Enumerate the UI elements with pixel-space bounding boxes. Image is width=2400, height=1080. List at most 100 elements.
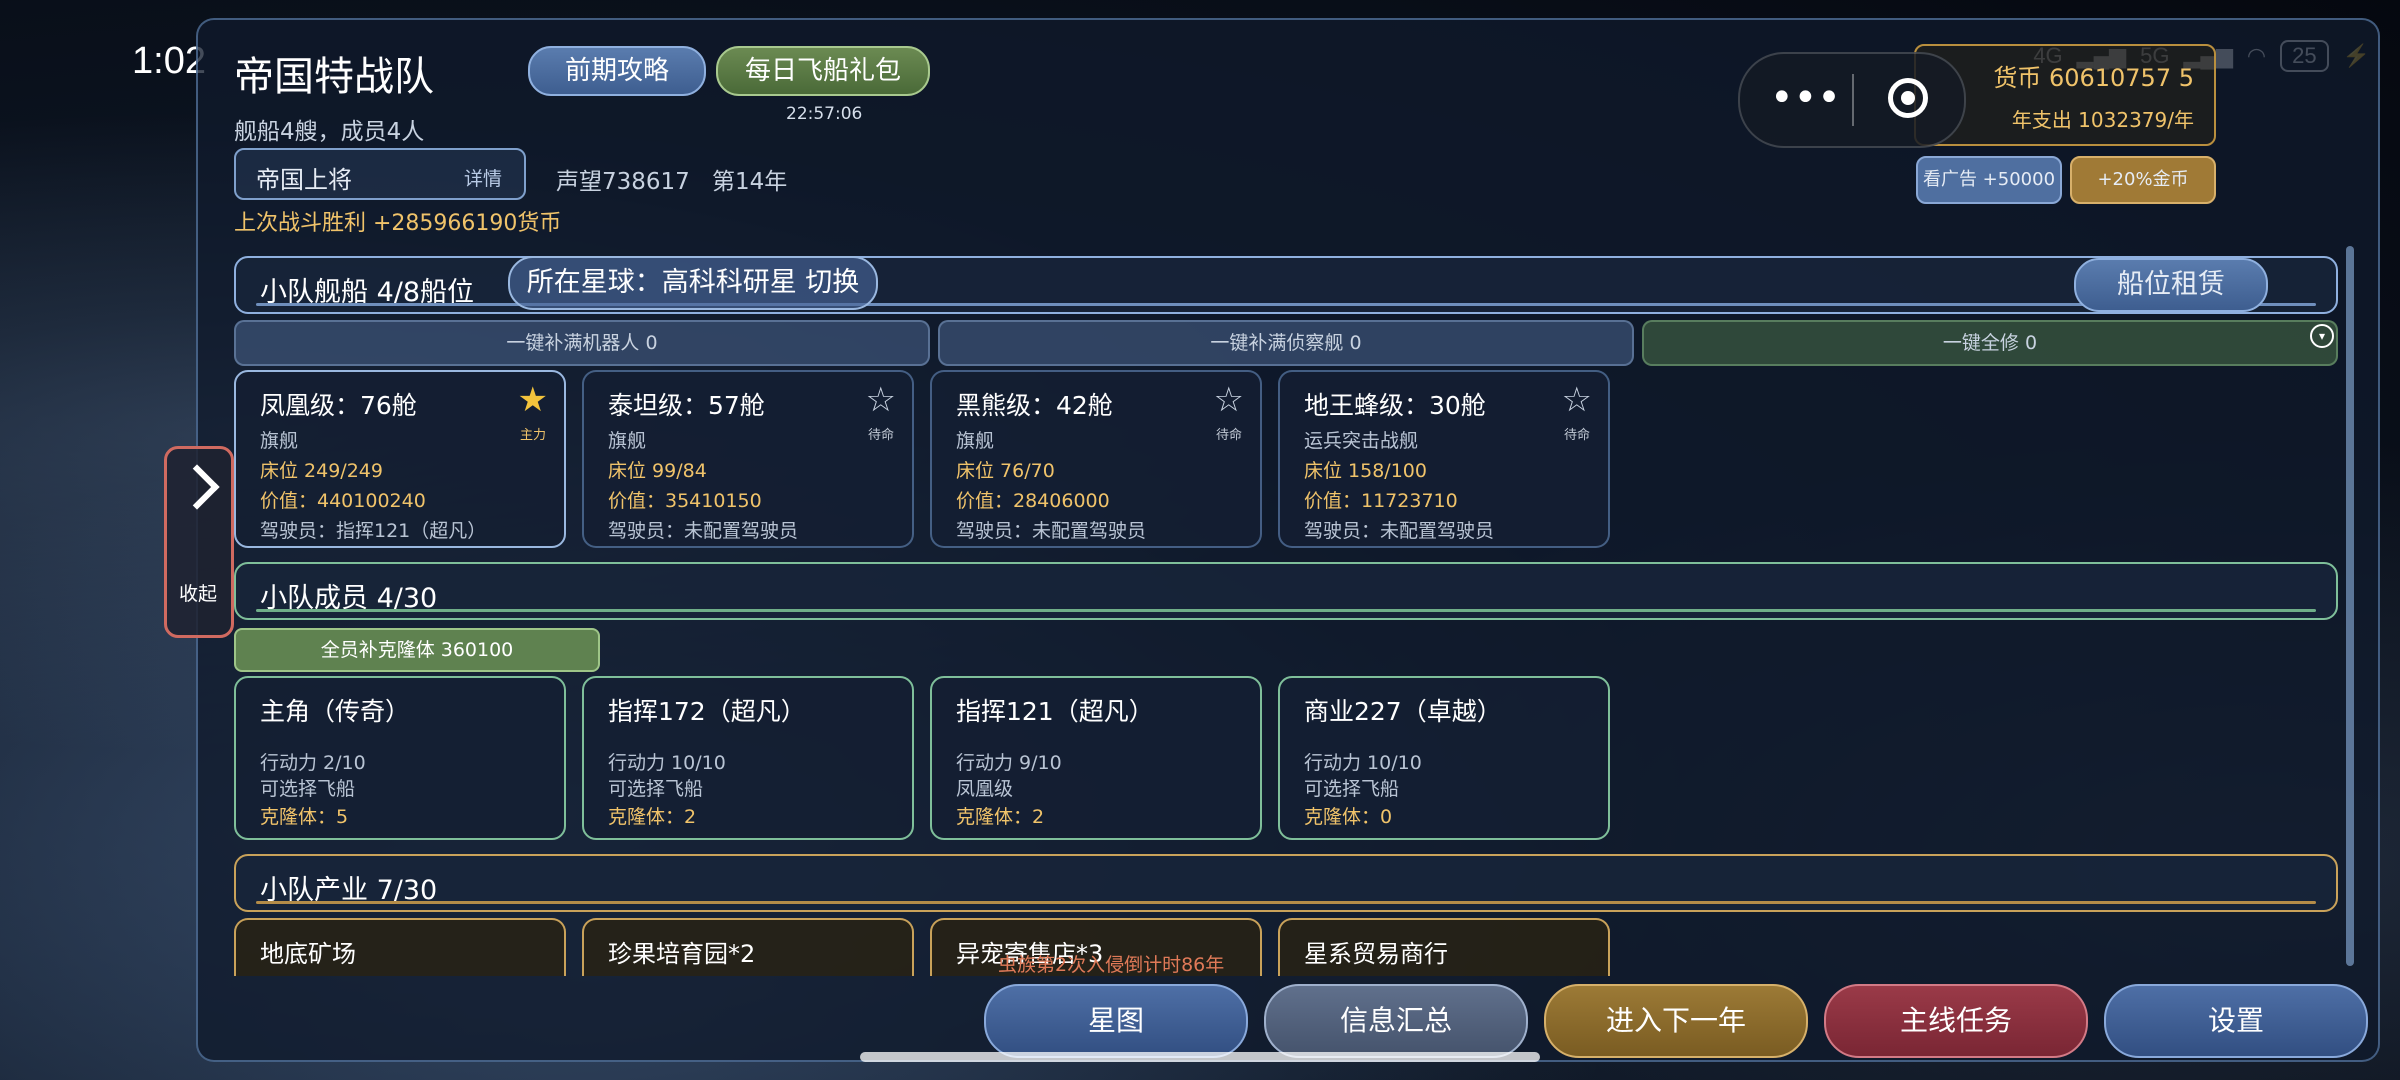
industry-name: 星系贸易商行 xyxy=(1304,940,1448,968)
industry-section-header: 小队产业 7/30 xyxy=(234,854,2338,912)
industry-name: 珍果培育园*2 xyxy=(608,940,756,968)
ship-card[interactable]: 凤凰级：76舱 ★ 主力 旗舰 床位 249/249 价值：440100240 … xyxy=(234,370,566,548)
repair-all-button[interactable]: 一键全修 0 xyxy=(1642,320,2338,366)
gold-bonus-button[interactable]: +20%金币 xyxy=(2070,156,2216,204)
member-action: 行动力 10/10 xyxy=(608,752,726,774)
member-ship: 凤凰级 xyxy=(956,778,1014,800)
industry-card[interactable]: 珍果培育园*2 xyxy=(582,918,914,976)
star-outline-icon[interactable]: ☆ xyxy=(1562,382,1592,418)
member-clones: 克隆体：2 xyxy=(608,806,697,828)
industry-divider xyxy=(256,901,2316,904)
industry-card[interactable]: 地底矿场 xyxy=(234,918,566,976)
clone-all-button[interactable]: 全员补克隆体 360100 xyxy=(234,628,600,672)
ship-value: 价值：11723710 xyxy=(1304,490,1458,512)
ship-berth: 床位 249/249 xyxy=(260,460,383,482)
prestige-value: 声望738617 xyxy=(556,169,690,195)
chevron-right-icon xyxy=(174,464,220,510)
next-year-button[interactable]: 进入下一年 xyxy=(1544,984,1808,1058)
main-quest-button[interactable]: 主线任务 xyxy=(1824,984,2088,1058)
rank-box[interactable]: 帝国上将 详情 xyxy=(234,148,526,200)
member-action: 行动力 9/10 xyxy=(956,752,1062,774)
status-time: 1:02 xyxy=(132,40,206,82)
ship-name: 地王蜂级：30舱 xyxy=(1304,391,1486,420)
close-target-icon[interactable] xyxy=(1888,78,1928,118)
guide-button[interactable]: 前期攻略 xyxy=(528,46,706,96)
annual-expense: 年支出 1032379/年 xyxy=(2011,108,2194,132)
info-summary-button[interactable]: 信息汇总 xyxy=(1264,984,1528,1058)
member-action: 行动力 10/10 xyxy=(1304,752,1422,774)
invasion-countdown: 虫族第2次入侵倒计时86年 xyxy=(998,954,1225,976)
ship-value: 价值：35410150 xyxy=(608,490,762,512)
ship-name: 泰坦级：57舱 xyxy=(608,391,765,420)
ship-status: 待命 xyxy=(1215,428,1242,443)
members-divider xyxy=(256,609,2316,612)
year-value: 第14年 xyxy=(712,169,788,195)
chevron-down-icon[interactable]: ▾ xyxy=(2310,324,2334,348)
ship-type: 运兵突击战舰 xyxy=(1304,430,1419,452)
member-card[interactable]: 指挥172（超凡） 行动力 10/10 可选择飞船 克隆体：2 xyxy=(582,676,914,840)
member-card[interactable]: 指挥121（超凡） 行动力 9/10 凤凰级 克隆体：2 xyxy=(930,676,1262,840)
ship-type: 旗舰 xyxy=(956,430,995,452)
ship-status: 主力 xyxy=(519,428,546,443)
ship-type: 旗舰 xyxy=(260,430,299,452)
currency-value: 货币 60610757 5 xyxy=(1993,64,2194,92)
ship-berth: 床位 99/84 xyxy=(608,460,707,482)
planet-switch-button[interactable]: 所在星球：高科科研星 切换 xyxy=(508,256,878,310)
ship-berth: 床位 158/100 xyxy=(1304,460,1427,482)
industry-name: 地底矿场 xyxy=(260,940,356,968)
members-section-header: 小队成员 4/30 xyxy=(234,562,2338,620)
ship-pilot: 驾驶员：未配置驾驶员 xyxy=(1304,520,1495,542)
scrollbar-thumb[interactable] xyxy=(2346,246,2354,966)
star-outline-icon[interactable]: ☆ xyxy=(1214,382,1244,418)
ship-card[interactable]: 地王蜂级：30舱 ☆ 待命 运兵突击战舰 床位 158/100 价值：11723… xyxy=(1278,370,1610,548)
industry-card[interactable]: 星系贸易商行 xyxy=(1278,918,1610,976)
ship-value: 价值：28406000 xyxy=(956,490,1110,512)
ship-name: 凤凰级：76舱 xyxy=(260,391,417,420)
daily-gift-button[interactable]: 每日飞船礼包 xyxy=(716,46,930,96)
member-ship: 可选择飞船 xyxy=(1304,778,1400,800)
member-name: 指挥121（超凡） xyxy=(956,697,1154,726)
ship-value: 价值：440100240 xyxy=(260,490,426,512)
member-clones: 克隆体：2 xyxy=(956,806,1045,828)
star-outline-icon[interactable]: ☆ xyxy=(866,382,896,418)
ship-pilot: 驾驶员：未配置驾驶员 xyxy=(956,520,1147,542)
member-action: 行动力 2/10 xyxy=(260,752,366,774)
team-title: 帝国特战队 xyxy=(234,54,434,100)
ship-berth: 床位 76/70 xyxy=(956,460,1055,482)
ship-status: 待命 xyxy=(1563,428,1590,443)
berth-rent-button[interactable]: 船位租赁 xyxy=(2074,258,2268,312)
last-battle-result: 上次战斗胜利 +285966190货币 xyxy=(234,211,562,236)
rank-label: 帝国上将 xyxy=(256,166,352,194)
ship-pilot: 驾驶员：指挥121（超凡） xyxy=(260,520,487,542)
rank-detail-link[interactable]: 详情 xyxy=(464,164,502,191)
member-clones: 克隆体：0 xyxy=(1304,806,1393,828)
member-ship: 可选择飞船 xyxy=(260,778,356,800)
ship-card[interactable]: 泰坦级：57舱 ☆ 待命 旗舰 床位 99/84 价值：35410150 驾驶员… xyxy=(582,370,914,548)
star-map-button[interactable]: 星图 xyxy=(984,984,1248,1058)
fill-robots-button[interactable]: 一键补满机器人 0 xyxy=(234,320,930,366)
ship-pilot: 驾驶员：未配置驾驶员 xyxy=(608,520,799,542)
ship-card[interactable]: 黑熊级：42舱 ☆ 待命 旗舰 床位 76/70 价值：28406000 驾驶员… xyxy=(930,370,1262,548)
member-name: 指挥172（超凡） xyxy=(608,697,806,726)
miniprogram-capsule: ••• xyxy=(1738,52,1966,148)
member-name: 商业227（卓越） xyxy=(1304,697,1502,726)
collapse-tab[interactable]: 收起 xyxy=(164,446,234,638)
watch-ad-button[interactable]: 看广告 +50000 xyxy=(1916,156,2062,204)
more-icon[interactable]: ••• xyxy=(1770,78,1841,118)
home-indicator[interactable] xyxy=(860,1052,1540,1062)
gift-timer: 22:57:06 xyxy=(786,104,863,124)
fill-scouts-button[interactable]: 一键补满侦察舰 0 xyxy=(938,320,1634,366)
ship-name: 黑熊级：42舱 xyxy=(956,391,1113,420)
collapse-label: 收起 xyxy=(179,583,218,605)
star-filled-icon[interactable]: ★ xyxy=(518,382,548,418)
settings-button[interactable]: 设置 xyxy=(2104,984,2368,1058)
member-ship: 可选择飞船 xyxy=(608,778,704,800)
team-summary: 舰船4艘，成员4人 xyxy=(234,119,425,145)
member-card[interactable]: 商业227（卓越） 行动力 10/10 可选择飞船 克隆体：0 xyxy=(1278,676,1610,840)
capsule-divider xyxy=(1852,74,1854,126)
ship-type: 旗舰 xyxy=(608,430,647,452)
member-card[interactable]: 主角（传奇） 行动力 2/10 可选择飞船 克隆体：5 xyxy=(234,676,566,840)
member-name: 主角（传奇） xyxy=(260,697,411,726)
member-clones: 克隆体：5 xyxy=(260,806,349,828)
ship-status: 待命 xyxy=(867,428,894,443)
